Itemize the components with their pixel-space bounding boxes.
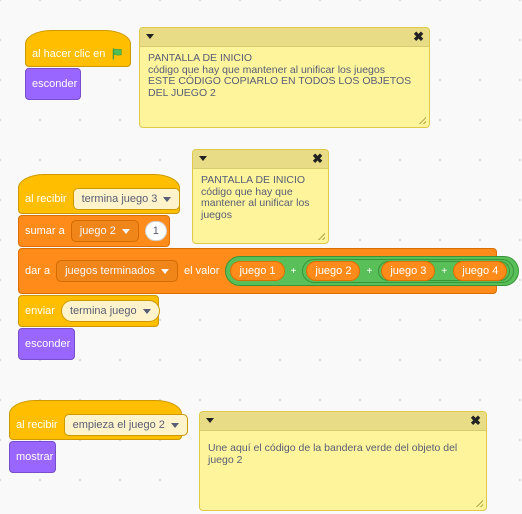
hide-block[interactable]: esconder bbox=[18, 328, 75, 360]
join-block[interactable]: juego 2 + juego 3 + juego 4 bbox=[302, 259, 515, 283]
chevron-down-icon bbox=[160, 268, 169, 274]
when-i-receive-label: al recibir bbox=[25, 193, 67, 205]
resize-handle-icon[interactable] bbox=[475, 499, 483, 507]
variable-dropdown[interactable]: juegos terminados bbox=[56, 260, 178, 282]
chevron-down-icon bbox=[170, 422, 179, 428]
to-label: el valor bbox=[183, 265, 220, 277]
resize-handle-icon[interactable] bbox=[317, 232, 325, 240]
broadcast-block[interactable]: enviar termina juego bbox=[18, 295, 160, 327]
message-value: termina juego 3 bbox=[81, 193, 158, 205]
show-label: mostrar bbox=[16, 451, 54, 463]
change-variable-block[interactable]: sumar a juego 2 1 bbox=[18, 215, 170, 247]
variable-reporter[interactable]: juego 1 bbox=[230, 261, 285, 281]
broadcast-label: enviar bbox=[25, 305, 55, 317]
variable-reporter[interactable]: juego 4 bbox=[453, 261, 508, 281]
comment-text[interactable]: PANTALLA DE INICIO código que hay que ma… bbox=[193, 169, 328, 227]
message-dropdown[interactable]: termina juego 3 bbox=[72, 188, 181, 210]
broadcast-message-value: termina juego bbox=[69, 305, 137, 317]
set-label: dar a bbox=[25, 265, 51, 277]
join-block[interactable]: juego 3 + juego 4 bbox=[378, 261, 511, 281]
when-i-receive-block[interactable]: al recibir empieza el juego 2 bbox=[9, 400, 188, 440]
variable-reporter[interactable]: juego 3 bbox=[381, 261, 436, 281]
variable-value: juegos terminados bbox=[65, 265, 155, 277]
comment-note[interactable]: ✖ Une aquí el código de la bandera verde… bbox=[199, 411, 487, 511]
comment-note[interactable]: ✖ PANTALLA DE INICIO código que hay que … bbox=[139, 27, 430, 128]
when-flag-clicked-block[interactable]: al hacer clic en bbox=[25, 30, 131, 67]
when-i-receive-label: al recibir bbox=[16, 419, 58, 431]
close-icon[interactable]: ✖ bbox=[413, 29, 424, 45]
set-variable-block[interactable]: dar a juegos terminados el valor juego 1… bbox=[18, 248, 520, 294]
chevron-down-icon bbox=[163, 196, 172, 202]
join-block[interactable]: juego 1 + juego 2 + juego 3 + juego 4 bbox=[225, 256, 520, 286]
comment-title-bar[interactable]: ✖ bbox=[140, 28, 429, 47]
when-i-receive-block[interactable]: al recibir termina juego 3 bbox=[18, 174, 181, 214]
close-icon[interactable]: ✖ bbox=[312, 151, 323, 167]
join-separator: + bbox=[441, 265, 448, 277]
message-dropdown[interactable]: empieza el juego 2 bbox=[63, 414, 188, 436]
join-separator: + bbox=[290, 265, 297, 277]
hide-label: esconder bbox=[32, 78, 78, 90]
comment-note[interactable]: ✖ PANTALLA DE INICIO código que hay que … bbox=[192, 149, 329, 244]
hide-block[interactable]: esconder bbox=[25, 68, 81, 100]
close-icon[interactable]: ✖ bbox=[470, 413, 481, 429]
change-amount-input[interactable]: 1 bbox=[144, 221, 167, 241]
chevron-down-icon bbox=[121, 228, 130, 234]
resize-handle-icon[interactable] bbox=[418, 116, 426, 124]
join-separator: + bbox=[366, 265, 373, 277]
change-by-label: sumar a bbox=[25, 225, 65, 237]
variable-value: juego 2 bbox=[79, 225, 116, 237]
show-block[interactable]: mostrar bbox=[9, 441, 56, 473]
chevron-down-icon bbox=[142, 308, 151, 314]
collapse-icon[interactable] bbox=[146, 34, 154, 39]
when-flag-clicked-label: al hacer clic en bbox=[32, 47, 106, 60]
collapse-icon[interactable] bbox=[206, 418, 214, 423]
message-value: empieza el juego 2 bbox=[72, 419, 165, 431]
hide-label: esconder bbox=[25, 338, 71, 350]
comment-title-bar[interactable]: ✖ bbox=[200, 412, 486, 431]
variable-reporter[interactable]: juego 2 bbox=[306, 261, 361, 281]
comment-text[interactable]: Une aquí el código de la bandera verde d… bbox=[200, 431, 486, 472]
collapse-icon[interactable] bbox=[199, 156, 207, 161]
broadcast-message-dropdown[interactable]: termina juego bbox=[60, 300, 160, 322]
variable-dropdown[interactable]: juego 2 bbox=[70, 220, 139, 242]
comment-text[interactable]: PANTALLA DE INICIO código que hay que ma… bbox=[140, 47, 429, 105]
green-flag-icon bbox=[113, 47, 122, 60]
comment-title-bar[interactable]: ✖ bbox=[193, 150, 328, 169]
